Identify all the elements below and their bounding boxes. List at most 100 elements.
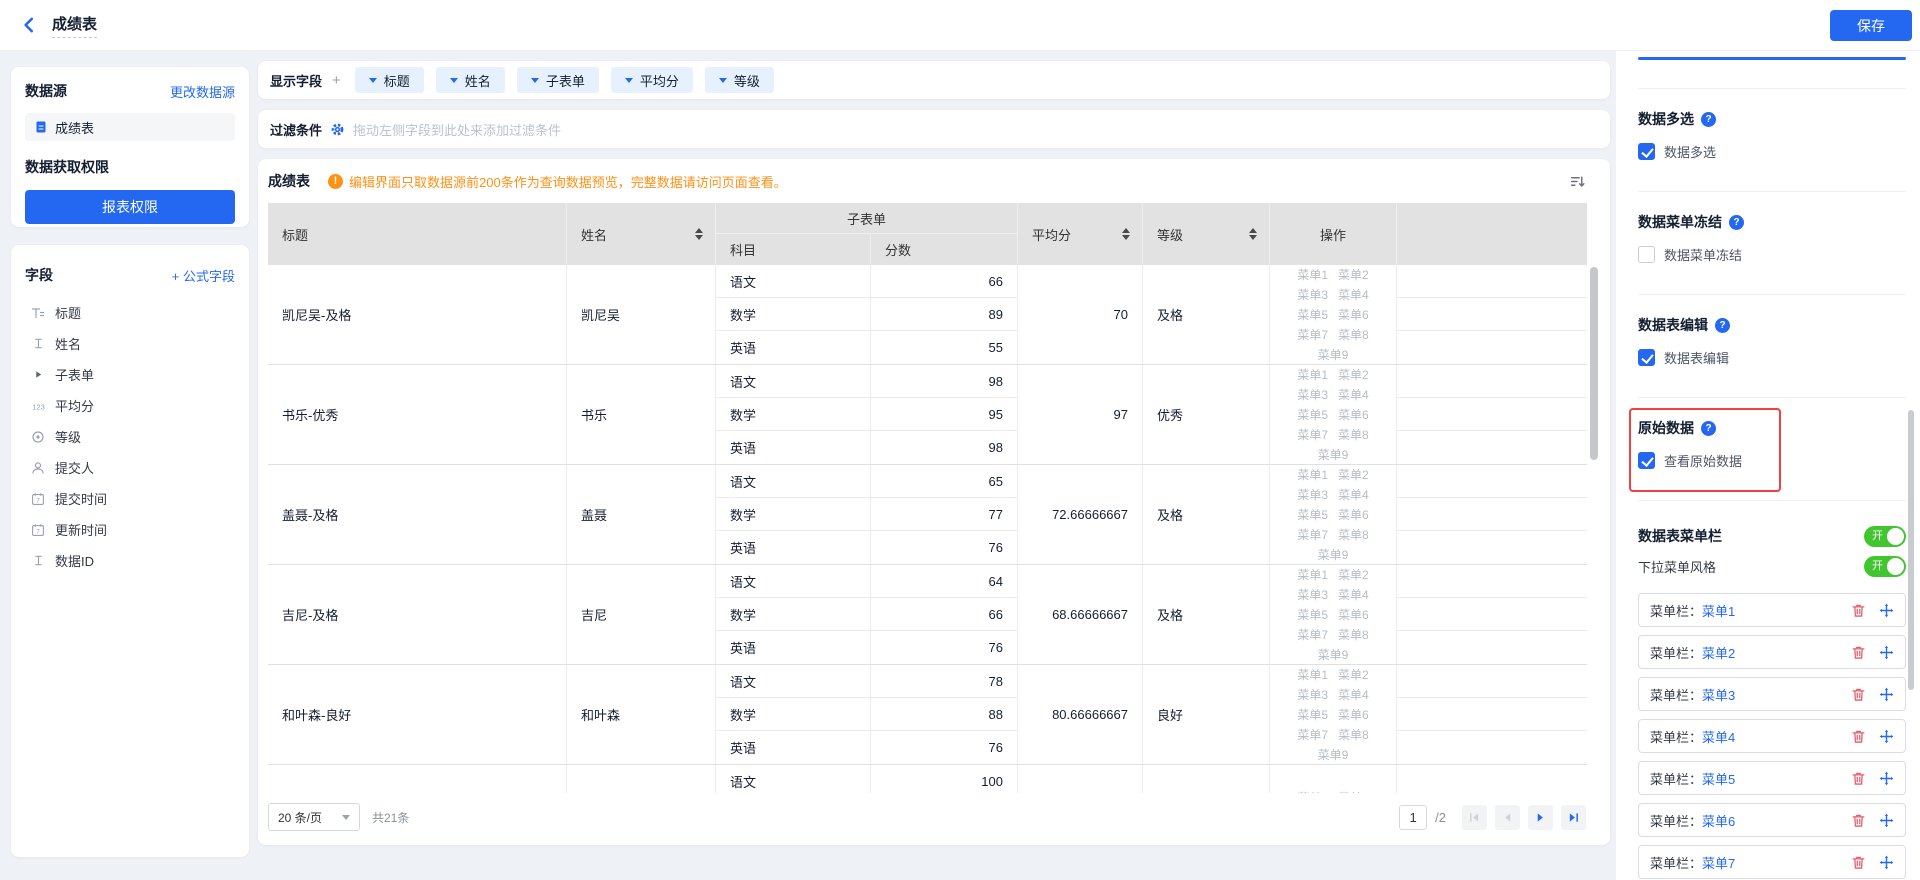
row-menu-link-9[interactable]: 菜单9: [1318, 646, 1349, 663]
row-menu-link-2[interactable]: 菜单2: [1338, 366, 1369, 383]
move-icon[interactable]: [1879, 687, 1894, 702]
row-menu-link-7[interactable]: 菜单7: [1297, 426, 1328, 443]
table-scrollbar[interactable]: [1590, 267, 1598, 460]
col-header-name[interactable]: 姓名: [567, 203, 716, 265]
display-chip-姓名[interactable]: 姓名: [436, 67, 505, 93]
next-page-button[interactable]: [1528, 805, 1553, 830]
row-menu-link-4[interactable]: 菜单4: [1338, 586, 1369, 603]
field-item-9[interactable]: 数据ID: [25, 545, 235, 576]
filter-placeholder[interactable]: 拖动左侧字段到此处来添加过滤条件: [353, 120, 561, 139]
checkbox[interactable]: [1638, 143, 1655, 160]
move-icon[interactable]: [1879, 645, 1894, 660]
dropdown-style-toggle[interactable]: 开: [1864, 556, 1906, 577]
trash-icon[interactable]: [1851, 687, 1866, 702]
row-menu-link-7[interactable]: 菜单7: [1297, 626, 1328, 643]
back-icon[interactable]: [16, 12, 42, 38]
row-menu-link-9[interactable]: 菜单9: [1318, 346, 1349, 363]
row-menu-link-6[interactable]: 菜单6: [1338, 706, 1369, 723]
last-page-button[interactable]: [1561, 805, 1586, 830]
row-menu-link-8[interactable]: 菜单8: [1338, 626, 1369, 643]
row-menu-link-9[interactable]: 菜单9: [1318, 746, 1349, 763]
row-menu-link-4[interactable]: 菜单4: [1338, 286, 1369, 303]
row-menu-link-1[interactable]: 菜单1: [1297, 789, 1328, 793]
help-icon[interactable]: [1715, 318, 1730, 333]
section-checkbox-row[interactable]: 查看原始数据: [1638, 451, 1906, 470]
display-chip-子表单[interactable]: 子表单: [517, 67, 599, 93]
row-menu-link-2[interactable]: 菜单2: [1338, 566, 1369, 583]
move-icon[interactable]: [1879, 813, 1894, 828]
row-menu-link-7[interactable]: 菜单7: [1297, 326, 1328, 343]
menubar-item-name[interactable]: 菜单1: [1702, 601, 1735, 620]
page-size-select[interactable]: 20 条/页: [268, 803, 360, 831]
page-title[interactable]: 成绩表: [52, 13, 97, 38]
table-menubar-toggle[interactable]: 开: [1864, 526, 1906, 547]
trash-icon[interactable]: [1851, 729, 1866, 744]
section-checkbox-row[interactable]: 数据菜单冻结: [1638, 245, 1906, 264]
menubar-item-name[interactable]: 菜单5: [1702, 769, 1735, 788]
move-icon[interactable]: [1879, 729, 1894, 744]
move-icon[interactable]: [1879, 855, 1894, 870]
field-item-1[interactable]: 标题: [25, 297, 235, 328]
row-menu-link-5[interactable]: 菜单5: [1297, 506, 1328, 523]
field-item-4[interactable]: 123平均分: [25, 390, 235, 421]
section-checkbox-row[interactable]: 数据多选: [1638, 142, 1906, 161]
trash-icon[interactable]: [1851, 855, 1866, 870]
row-menu-link-1[interactable]: 菜单1: [1297, 466, 1328, 483]
menubar-item-name[interactable]: 菜单3: [1702, 685, 1735, 704]
sort-icon[interactable]: [1249, 228, 1257, 240]
row-menu-link-8[interactable]: 菜单8: [1338, 726, 1369, 743]
row-menu-link-1[interactable]: 菜单1: [1297, 266, 1328, 283]
report-permission-button[interactable]: 报表权限: [25, 190, 235, 224]
display-chip-标题[interactable]: 标题: [355, 67, 424, 93]
help-icon[interactable]: [1701, 112, 1716, 127]
row-menu-link-2[interactable]: 菜单2: [1338, 666, 1369, 683]
row-menu-link-2[interactable]: 菜单2: [1338, 466, 1369, 483]
row-menu-link-8[interactable]: 菜单8: [1338, 526, 1369, 543]
row-menu-link-5[interactable]: 菜单5: [1297, 306, 1328, 323]
page-input[interactable]: 1: [1399, 805, 1427, 830]
field-item-2[interactable]: 姓名: [25, 328, 235, 359]
row-menu-link-3[interactable]: 菜单3: [1297, 686, 1328, 703]
row-menu-link-9[interactable]: 菜单9: [1318, 446, 1349, 463]
field-item-6[interactable]: 提交人: [25, 452, 235, 483]
row-menu-link-4[interactable]: 菜单4: [1338, 386, 1369, 403]
row-menu-link-5[interactable]: 菜单5: [1297, 606, 1328, 623]
help-icon[interactable]: [1701, 421, 1716, 436]
row-menu-link-2[interactable]: 菜单2: [1338, 266, 1369, 283]
field-item-7[interactable]: 7提交时间: [25, 483, 235, 514]
menubar-item-name[interactable]: 菜单2: [1702, 643, 1735, 662]
change-datasource-link[interactable]: 更改数据源: [170, 82, 235, 101]
row-menu-link-2[interactable]: 菜单2: [1338, 789, 1369, 793]
row-menu-link-8[interactable]: 菜单8: [1338, 426, 1369, 443]
row-menu-link-6[interactable]: 菜单6: [1338, 506, 1369, 523]
add-formula-field-link[interactable]: + 公式字段: [172, 266, 235, 285]
menubar-item-name[interactable]: 菜单6: [1702, 811, 1735, 830]
trash-icon[interactable]: [1851, 645, 1866, 660]
checkbox[interactable]: [1638, 246, 1655, 263]
row-menu-link-3[interactable]: 菜单3: [1297, 486, 1328, 503]
row-menu-link-3[interactable]: 菜单3: [1297, 386, 1328, 403]
row-menu-link-6[interactable]: 菜单6: [1338, 306, 1369, 323]
gear-icon[interactable]: [330, 122, 345, 137]
menubar-item-name[interactable]: 菜单4: [1702, 727, 1735, 746]
move-icon[interactable]: [1879, 603, 1894, 618]
row-menu-link-8[interactable]: 菜单8: [1338, 326, 1369, 343]
row-menu-link-4[interactable]: 菜单4: [1338, 686, 1369, 703]
section-checkbox-row[interactable]: 数据表编辑: [1638, 348, 1906, 367]
row-menu-link-1[interactable]: 菜单1: [1297, 366, 1328, 383]
first-page-button[interactable]: [1462, 805, 1487, 830]
display-chip-等级[interactable]: 等级: [705, 67, 774, 93]
row-menu-link-1[interactable]: 菜单1: [1297, 566, 1328, 583]
move-icon[interactable]: [1879, 771, 1894, 786]
row-menu-link-6[interactable]: 菜单6: [1338, 606, 1369, 623]
sort-icon[interactable]: [695, 228, 703, 240]
sort-icon[interactable]: [1122, 228, 1130, 240]
row-menu-link-3[interactable]: 菜单3: [1297, 286, 1328, 303]
save-button[interactable]: 保存: [1830, 10, 1912, 41]
field-item-8[interactable]: 7更新时间: [25, 514, 235, 545]
field-item-3[interactable]: 子表单: [25, 359, 235, 390]
checkbox[interactable]: [1638, 349, 1655, 366]
trash-icon[interactable]: [1851, 771, 1866, 786]
row-menu-link-5[interactable]: 菜单5: [1297, 706, 1328, 723]
help-icon[interactable]: [1729, 215, 1744, 230]
